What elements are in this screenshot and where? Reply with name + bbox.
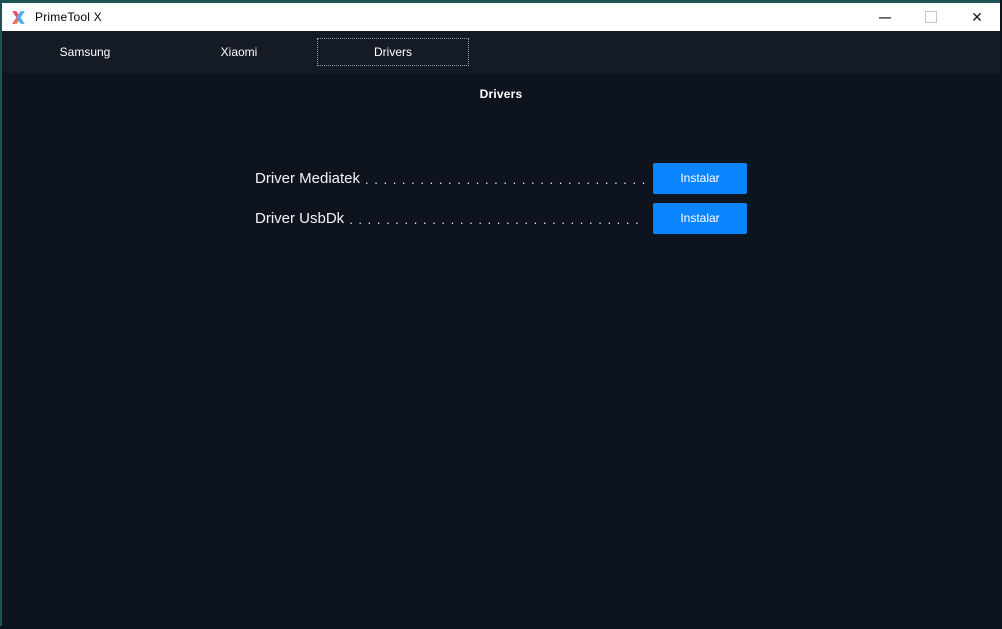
dotted-leader: . . . . . . . . . . . . . . . . . . . . … (365, 171, 645, 187)
titlebar: PrimeTool X — ✕ (2, 3, 1000, 31)
window-controls: — ✕ (862, 3, 1000, 31)
page-title: Drivers (479, 87, 523, 101)
install-usbdk-button[interactable]: Instalar (653, 202, 747, 234)
minimize-icon: — (879, 10, 891, 24)
maximize-button[interactable] (908, 3, 954, 31)
tab-xiaomi[interactable]: Xiaomi (163, 38, 315, 66)
tab-drivers[interactable]: Drivers (317, 38, 469, 66)
minimize-button[interactable]: — (862, 3, 908, 31)
app-window: PrimeTool X — ✕ Samsung Xiaomi Drivers D… (0, 0, 1000, 626)
tab-bar: Samsung Xiaomi Drivers (2, 31, 1000, 73)
titlebar-left: PrimeTool X (2, 9, 102, 26)
app-logo-icon (12, 10, 25, 24)
drivers-panel: Drivers Driver Mediatek . . . . . . . . … (2, 73, 1000, 626)
close-icon: ✕ (971, 8, 983, 25)
install-mediatek-button[interactable]: Instalar (653, 162, 747, 194)
driver-list: Driver Mediatek . . . . . . . . . . . . … (255, 162, 747, 234)
tab-samsung[interactable]: Samsung (9, 38, 161, 66)
driver-label: Driver Mediatek (255, 169, 361, 187)
driver-row-usbdk: Driver UsbDk . . . . . . . . . . . . . .… (255, 202, 747, 234)
window-title: PrimeTool X (35, 10, 102, 24)
maximize-icon (925, 11, 937, 23)
close-button[interactable]: ✕ (954, 3, 1000, 31)
driver-row-mediatek: Driver Mediatek . . . . . . . . . . . . … (255, 162, 747, 194)
dotted-leader: . . . . . . . . . . . . . . . . . . . . … (349, 211, 645, 227)
driver-label: Driver UsbDk (255, 209, 345, 227)
